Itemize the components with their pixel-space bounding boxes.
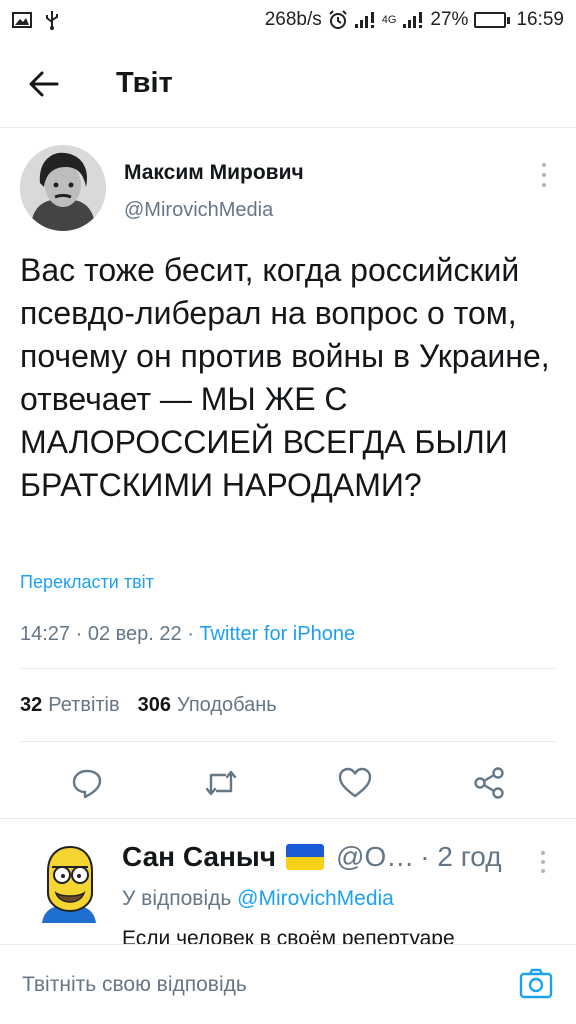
retweet-icon	[205, 770, 237, 796]
alarm-icon	[328, 10, 348, 30]
app-header: Твіт	[0, 40, 576, 128]
reply-header: Сан Саныч @О… · 2 год	[122, 841, 502, 873]
tweet-source[interactable]: Twitter for iPhone	[199, 623, 355, 645]
avatar[interactable]	[20, 145, 106, 231]
translate-link[interactable]: Перекласти твіт	[20, 572, 154, 593]
reply-to: У відповідь @MirovichMedia	[122, 887, 394, 911]
like-icon	[338, 767, 372, 798]
reply-time-value: 2 год	[437, 841, 502, 872]
more-dot-icon	[541, 860, 545, 864]
likes-label: Уподобань	[177, 694, 277, 716]
meta-separator: ·	[75, 623, 88, 645]
meta-separator: ·	[187, 623, 200, 645]
like-button[interactable]	[333, 761, 377, 805]
ukraine-flag-icon	[286, 844, 325, 870]
more-dot-icon	[541, 869, 545, 873]
retweets-stat[interactable]: 32 Ретвітів	[20, 694, 120, 717]
likes-stat[interactable]: 306 Уподобань	[138, 694, 277, 717]
likes-count: 306	[137, 694, 172, 716]
clock: 16:59	[516, 9, 564, 30]
reply-time: · 2 год	[420, 841, 502, 872]
tweet-text: Вас тоже бесит, когда российский псевдо-…	[20, 252, 550, 503]
reply-more-options-button[interactable]	[538, 851, 548, 873]
tweet-stats: 32 Ретвітів 306 Уподобань	[20, 694, 277, 717]
status-bar: 268b/s 4G 27% 16:59	[0, 0, 576, 40]
back-button[interactable]	[12, 52, 76, 116]
author-name[interactable]: Максим Мирович	[124, 161, 304, 185]
network-speed: 268b/s	[264, 9, 322, 30]
reply-button[interactable]	[65, 761, 109, 805]
more-options-button[interactable]	[534, 163, 554, 187]
page-title: Твіт	[116, 67, 173, 99]
reply-input[interactable]	[22, 972, 482, 997]
battery-icon	[474, 12, 511, 28]
reply-author-handle[interactable]: @О…	[336, 841, 414, 873]
tweet-actions	[0, 749, 576, 817]
reply-tweet[interactable]: Сан Саныч @О… · 2 год У відповідь @Mirov…	[0, 818, 576, 944]
divider	[20, 668, 556, 669]
more-dot-icon	[542, 163, 546, 167]
retweets-count: 32	[20, 694, 43, 716]
reply-text: Если человек в своём репертуаре	[122, 927, 455, 944]
tweet-author: Максим Мирович @MirovichMedia	[0, 129, 576, 237]
network-type: 4G	[381, 14, 397, 26]
tweet-meta: 14:27 · 02 вер. 22 · Twitter for iPhone	[20, 623, 355, 646]
reply-to-mention[interactable]: @MirovichMedia	[237, 887, 394, 910]
tweet: Максим Мирович @MirovichMedia Вас тоже б…	[0, 129, 576, 799]
reply-icon	[72, 769, 102, 799]
image-icon	[12, 12, 32, 28]
reply-author-name[interactable]: Сан Саныч	[122, 841, 276, 873]
camera-icon	[519, 968, 553, 999]
tweet-time: 14:27	[20, 623, 71, 645]
share-icon	[474, 767, 504, 799]
battery-percent: 27%	[430, 9, 469, 30]
reply-avatar[interactable]	[28, 841, 110, 923]
share-button[interactable]	[467, 761, 511, 805]
arrow-left-icon	[29, 71, 59, 96]
reply-to-label: У відповідь	[122, 887, 232, 910]
more-dot-icon	[542, 183, 546, 187]
usb-icon	[44, 10, 60, 30]
camera-button[interactable]	[518, 965, 554, 1001]
retweets-label: Ретвітів	[48, 694, 120, 716]
signal-4g-icon	[402, 11, 424, 29]
retweet-button[interactable]	[199, 761, 243, 805]
more-dot-icon	[541, 851, 545, 855]
divider	[20, 741, 556, 742]
signal-icon	[354, 11, 376, 29]
author-handle[interactable]: @MirovichMedia	[124, 199, 273, 222]
more-dot-icon	[542, 173, 546, 177]
tweet-date: 02 вер. 22	[87, 623, 182, 645]
compose-bar	[0, 944, 576, 1024]
